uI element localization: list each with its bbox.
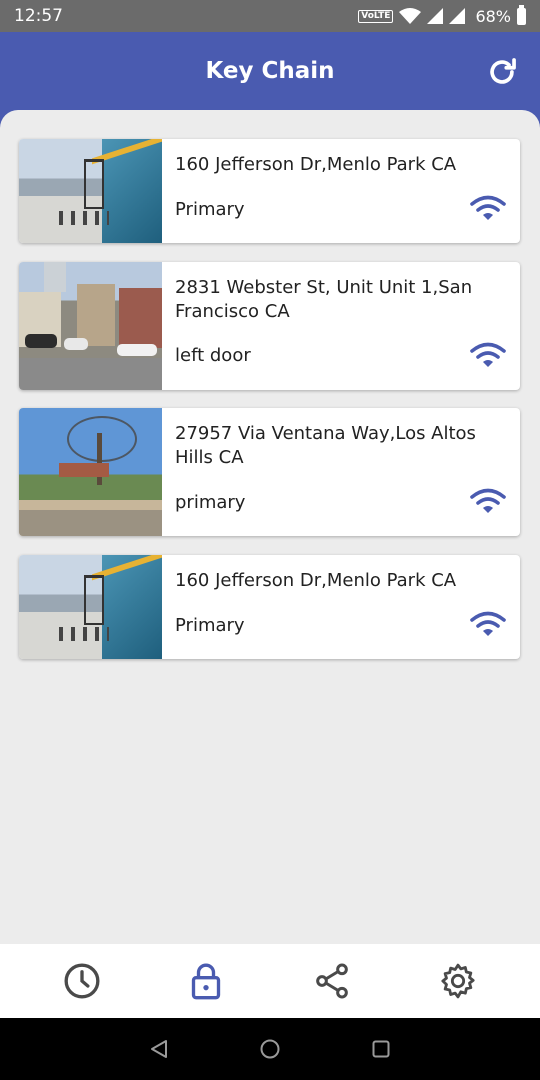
cell-signal-icon (427, 8, 444, 24)
key-address: 2831 Webster St, Unit Unit 1,San Francis… (175, 277, 473, 322)
nav-history-button[interactable] (61, 960, 103, 1002)
key-label: primary (175, 492, 246, 513)
property-thumbnail (19, 555, 162, 659)
battery-percent: 68% (475, 6, 511, 26)
system-back-button[interactable] (147, 1037, 171, 1061)
key-card[interactable]: 27957 Via Ventana Way,Los Altos Hills CA… (19, 408, 520, 536)
key-address: 27957 Via Ventana Way,Los Altos Hills CA (175, 423, 476, 468)
key-card[interactable]: 160 Jefferson Dr,Menlo Park CA Primary (19, 139, 520, 243)
history-icon (64, 963, 100, 999)
status-icons: VoLTE 68% (358, 4, 526, 26)
bottom-nav (0, 944, 540, 1018)
wifi-icon (470, 611, 506, 636)
lock-icon (191, 963, 221, 1000)
system-nav-bar (0, 1018, 540, 1080)
status-bar: 12:57 VoLTE 68% (0, 0, 540, 32)
recents-square-icon (372, 1040, 390, 1058)
nav-settings-button[interactable] (437, 960, 479, 1002)
key-label: Primary (175, 615, 245, 636)
status-time: 12:57 (14, 6, 63, 26)
share-icon (316, 963, 348, 999)
property-thumbnail (19, 139, 162, 243)
key-card[interactable]: 160 Jefferson Dr,Menlo Park CA Primary (19, 555, 520, 659)
key-label: left door (175, 345, 251, 366)
volte-badge: VoLTE (358, 9, 394, 23)
key-list: 160 Jefferson Dr,Menlo Park CA Primary 2… (0, 110, 540, 944)
key-address: 160 Jefferson Dr,Menlo Park CA (175, 154, 457, 175)
system-recents-button[interactable] (369, 1037, 393, 1061)
home-circle-icon (260, 1039, 280, 1059)
property-thumbnail (19, 408, 162, 536)
battery-icon (517, 4, 526, 25)
nav-share-button[interactable] (311, 960, 353, 1002)
key-address: 160 Jefferson Dr,Menlo Park CA (175, 570, 457, 591)
cell-signal-2-icon (449, 8, 466, 24)
property-thumbnail (19, 262, 162, 390)
refresh-button[interactable] (484, 54, 520, 90)
system-home-button[interactable] (258, 1037, 282, 1061)
wifi-signal-icon (399, 8, 422, 24)
wifi-icon (470, 195, 506, 220)
wifi-icon (470, 488, 506, 513)
back-triangle-icon (151, 1040, 167, 1058)
key-label: Primary (175, 199, 245, 220)
page-title: Key Chain (205, 58, 335, 84)
refresh-icon (490, 58, 516, 84)
key-card[interactable]: 2831 Webster St, Unit Unit 1,San Francis… (19, 262, 520, 390)
wifi-icon (470, 342, 506, 367)
settings-icon (441, 963, 475, 999)
nav-keys-button[interactable] (185, 960, 227, 1002)
